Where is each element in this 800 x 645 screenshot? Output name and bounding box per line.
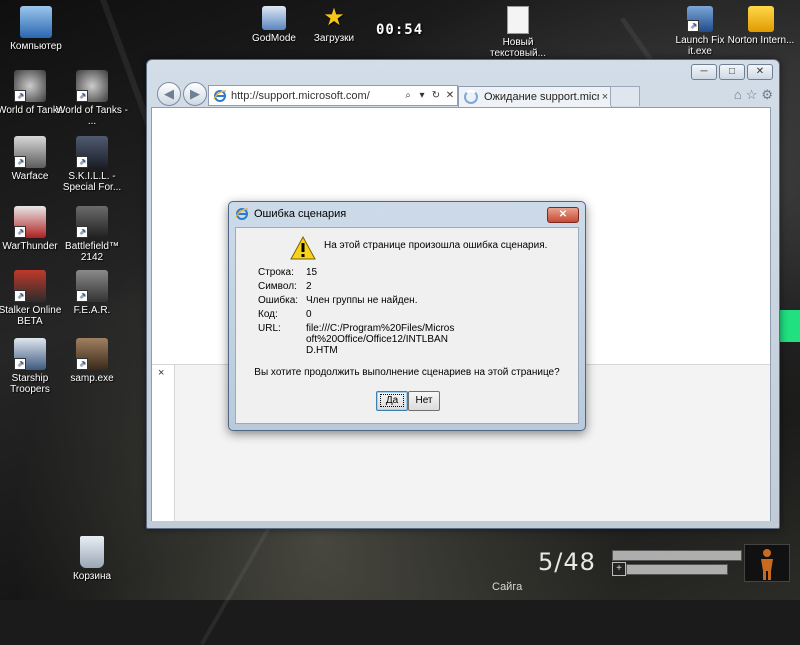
star-icon: ★ [323,4,345,31]
text-file-icon [507,6,529,34]
desktop-icon-label: Новый текстовый... [490,37,546,59]
starship-icon: ↗ [14,338,46,370]
desktop-icon-computer[interactable]: Компьютер [0,6,72,52]
desktop-icon-label: Norton Intern... [727,35,795,46]
stalker-icon: ↗ [14,270,46,302]
health-plus-icon: + [612,562,626,576]
dialog-titlebar[interactable]: Ошибка сценария ✕ [229,202,585,226]
pane-sidebar [152,365,175,521]
home-icon[interactable]: ⌂ [734,87,742,103]
ie-logo-icon [213,89,227,102]
warthunder-icon: ↗ [14,206,46,238]
warning-icon [290,236,316,260]
skill-icon: ↗ [76,136,108,168]
detail-value: file:///C:/Program%20Files/Microsoft%20O… [306,323,455,356]
desktop-icon-label: Корзина [72,571,112,582]
desktop-icon-label: samp.exe [70,373,114,384]
continue-question: Вы хотите продолжить выполнение сценарие… [254,367,560,378]
dialog-close-button[interactable]: ✕ [547,207,579,223]
ie-logo-icon [235,208,249,220]
back-button[interactable]: ◀ [157,82,181,106]
samp-icon: ↗ [76,338,108,370]
world-of-tanks-icon: ↗ [76,70,108,102]
detail-value: Член группы не найден. [306,295,418,306]
favorites-icon[interactable]: ☆ [746,87,758,103]
desktop-icon-downloads[interactable]: ★ Загрузки [298,4,370,45]
desktop-icon-samp[interactable]: ↗ samp.exe [56,338,128,384]
desktop-icon-label: Компьютер [10,41,62,52]
hud-health-bar [612,550,742,561]
window-controls: ─ □ ✕ [691,64,773,80]
browser-tab[interactable]: Ожидание support.micros... × [458,86,612,107]
refresh-icon[interactable]: ↻ [429,90,443,101]
error-message: На этой странице произошла ошибка сценар… [324,240,548,251]
desktop-icon-label: Загрузки [313,33,355,44]
hud-ammo-counter: 5/48 [538,548,596,576]
yes-button-label: Да [379,394,405,407]
script-error-dialog: Ошибка сценария ✕ На этой странице произ… [228,201,586,431]
detail-value: 0 [306,309,312,320]
warface-icon: ↗ [14,136,46,168]
chevron-down-icon[interactable]: ▾ [415,90,429,101]
fear-icon: ↗ [76,270,108,302]
yes-button[interactable]: Да [376,391,408,411]
clock-widget: 00:54 [376,22,424,38]
forward-button[interactable]: ▶ [183,82,207,106]
desktop-icon-recycle-bin[interactable]: Корзина [56,536,128,582]
address-url[interactable]: http://support.microsoft.com/ [231,90,401,102]
desktop-icon-fear[interactable]: ↗ F.E.A.R. [56,270,128,316]
detail-value: 15 [306,267,318,278]
desktop-icon-label: F.E.A.R. [73,305,111,316]
tab-label: Ожидание support.micros... [484,91,599,103]
address-bar[interactable]: http://support.microsoft.com/ ⌕ ▾ ↻ ✕ [208,85,458,106]
stop-icon[interactable]: ✕ [443,90,457,101]
desktop-icon-skill[interactable]: ↗ S.K.I.L.L. - Special For... [56,136,128,193]
maximize-button[interactable]: □ [719,64,745,80]
dialog-title: Ошибка сценария [254,208,347,220]
hud-armor-bar [626,564,728,575]
computer-icon [20,6,52,38]
command-icons: ⌂ ☆ ⚙ [734,87,773,103]
minimize-button[interactable]: ─ [691,64,717,80]
dialog-body: На этой странице произошла ошибка сценар… [235,227,579,424]
no-button-label: Нет [415,395,433,406]
desktop-icon-label: World of Tanks - ... [56,105,128,127]
recycle-bin-icon [80,536,104,568]
desktop-icon-new-text[interactable]: Новый текстовый... [482,6,554,59]
hud-weapon-icon [744,544,790,582]
control-panel-icon [262,6,286,30]
pane-close-icon[interactable]: × [158,367,164,379]
fixit-icon: ↗ [687,6,713,32]
desktop-icon-world-of-tanks-2[interactable]: ↗ World of Tanks - ... [56,70,128,127]
loading-spinner-icon [464,90,478,104]
new-tab-button[interactable] [610,86,640,106]
hud-map-name: Сайга [492,581,523,593]
battlefield-icon: ↗ [76,206,108,238]
gear-icon[interactable]: ⚙ [761,87,773,103]
desktop-icon-battlefield[interactable]: ↗ Battlefield™ 2142 [56,206,128,263]
norton-icon [748,6,774,32]
detail-value: 2 [306,281,312,292]
desktop-icon-label: Battlefield™ 2142 [65,241,119,263]
no-button[interactable]: Нет [408,391,440,411]
search-icon[interactable]: ⌕ [401,90,415,101]
close-window-button[interactable]: ✕ [747,64,773,80]
desktop-icon-norton[interactable]: Norton Intern... [726,6,796,46]
desktop-icon-label: S.K.I.L.L. - Special For... [62,171,122,193]
world-of-tanks-icon: ↗ [14,70,46,102]
